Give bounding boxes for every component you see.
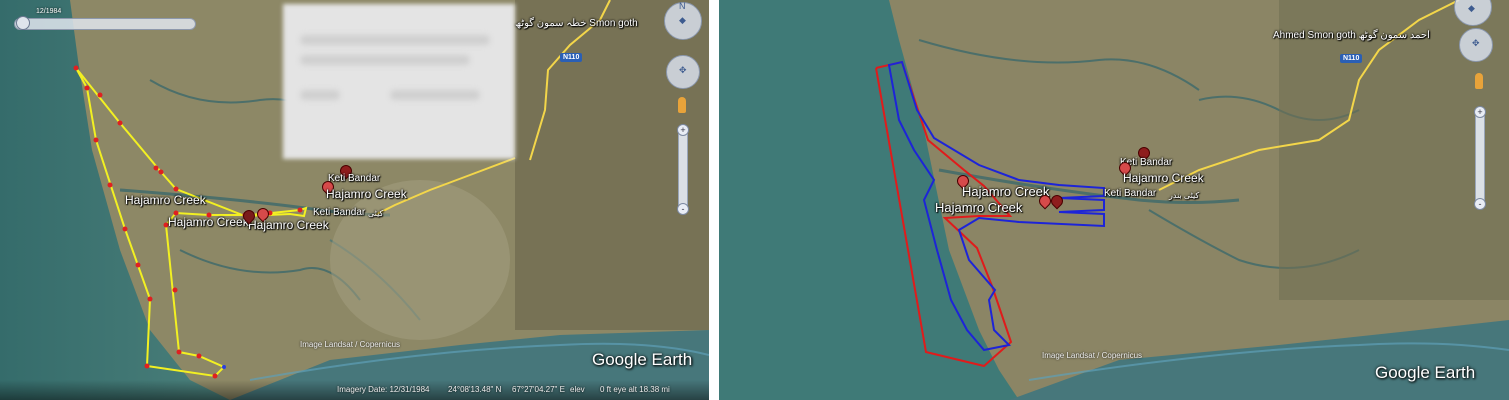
place-label-keti-bandar[interactable]: Keti Bandar — [328, 173, 380, 184]
move-arrows-icon: ✥ — [1472, 38, 1480, 48]
place-label-hajamro-creek[interactable]: Hajamro Creek — [1123, 171, 1204, 185]
google-earth-watermark: Google Earth — [1375, 363, 1476, 382]
move-arrows-icon: ✥ — [679, 65, 687, 75]
eye-altitude-readout: 0 ft eye alt 18.38 mi — [600, 385, 670, 394]
zoom-slider[interactable] — [1475, 112, 1485, 206]
place-label-keti-bandar[interactable]: Keti Bandar — [1104, 188, 1156, 199]
blurred-text-line — [390, 90, 480, 100]
place-label-smon-goth[interactable]: خطہ سمون گوٹھ Smon goth — [515, 18, 638, 29]
time-slider-date: 12/1984 — [36, 8, 62, 15]
satellite-imagery — [719, 0, 1509, 400]
place-label-ahmed-smon-goth[interactable]: Ahmed Smon goth احمد سمون گوٹھ — [1273, 30, 1430, 41]
image-credit: Image Landsat / Copernicus — [300, 340, 401, 349]
zoom-in-button[interactable]: + — [1474, 106, 1486, 118]
pegman-icon[interactable] — [678, 97, 686, 113]
move-joystick-icon[interactable]: ✥ — [666, 55, 700, 89]
blurred-text-line — [300, 90, 340, 100]
zoom-in-button[interactable]: + — [677, 124, 689, 136]
latitude-readout: 24°08'13.48" N — [448, 385, 502, 394]
right-map-view[interactable]: Ahmed Smon goth احمد سمون گوٹھ N110 Keti… — [719, 0, 1509, 400]
time-slider-handle[interactable] — [16, 16, 30, 30]
zoom-out-button[interactable]: - — [677, 203, 689, 215]
move-joystick-icon[interactable]: ✥ — [1459, 28, 1493, 62]
blurred-text-line — [300, 35, 490, 45]
north-indicator: N — [679, 1, 686, 11]
road-badge-n110: N110 — [1340, 54, 1363, 63]
place-label-keti-bandar[interactable]: Keti Bandar — [313, 207, 365, 218]
blurred-overlay — [283, 4, 515, 159]
look-arrow-icon: ◆ — [1468, 3, 1475, 13]
image-credit: Image Landsat / Copernicus — [1042, 351, 1143, 360]
place-label-hajamro-creek[interactable]: Hajamro Creek — [168, 215, 249, 229]
look-arrow-icon: ◆ — [679, 15, 686, 25]
blurred-text-line — [300, 55, 470, 65]
place-label-hajamro-creek[interactable]: Hajamro Creek — [962, 184, 1049, 199]
place-label-keti-urdu: کیٹی — [368, 209, 384, 218]
zoom-slider[interactable] — [678, 130, 688, 210]
elevation-label: elev — [570, 385, 585, 394]
road-badge-n110: N110 — [560, 53, 583, 62]
place-label-hajamro-creek[interactable]: Hajamro Creek — [935, 200, 1022, 215]
place-label-hajamro-creek[interactable]: Hajamro Creek — [248, 218, 329, 232]
place-label-hajamro-creek[interactable]: Hajamro Creek — [125, 193, 206, 207]
compass-icon[interactable]: ◆ — [1454, 0, 1492, 26]
place-label-keti-urdu: کیٹی بندر — [1169, 191, 1200, 200]
zoom-out-button[interactable]: - — [1474, 198, 1486, 210]
imagery-date: Imagery Date: 12/31/1984 — [337, 385, 430, 394]
place-label-hajamro-creek[interactable]: Hajamro Creek — [326, 187, 407, 201]
google-earth-watermark: Google Earth — [592, 350, 693, 369]
longitude-readout: 67°27'04.27" E — [512, 385, 565, 394]
compass-icon[interactable]: N ◆ — [664, 1, 702, 40]
time-slider[interactable] — [14, 18, 196, 30]
pegman-icon[interactable] — [1475, 73, 1483, 89]
left-map-view[interactable]: 12/1984 خطہ سمون گوٹھ Smon goth N110 Ket… — [0, 0, 709, 400]
